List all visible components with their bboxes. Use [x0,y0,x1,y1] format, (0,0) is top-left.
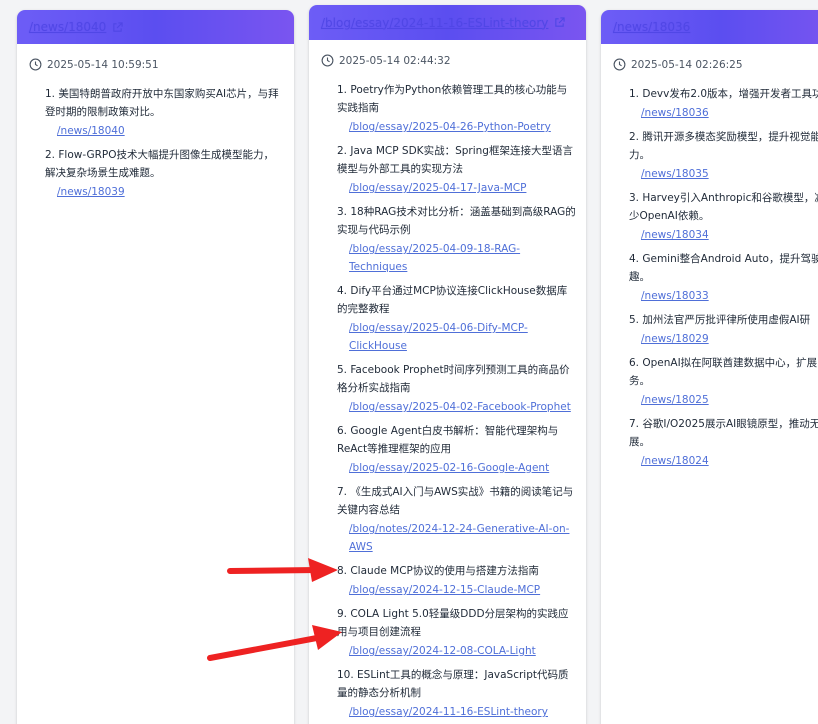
item-title: 5. 加州法官严厉批评律所使用虚假AI研 [629,314,811,326]
timestamp: 2025-05-14 02:26:25 [631,58,743,71]
list-item: 5. Facebook Prophet时间序列预测工具的商品价格分析实战指南 /… [337,361,576,416]
list-item: 2. 腾讯开源多模态奖励模型，提升视觉能力。 /news/18035 [629,128,818,183]
blog-card: /blog/essay/2024-11-16-ESLint-theory 202… [309,5,586,724]
item-link[interactable]: /blog/essay/2025-02-16-Google-Agent [337,459,576,477]
news-card-1: /news/18040 2025-05-14 10:59:51 1. 美国特朗普… [17,10,294,724]
item-list: 1. Poetry作为Python依赖管理工具的核心功能与实践指南 /blog/… [321,81,576,721]
item-link[interactable]: /blog/notes/2024-12-24-Generative-AI-on-… [337,520,576,556]
clock-icon [321,54,334,67]
item-title: 2. 腾讯开源多模态奖励模型，提升视觉能力。 [629,131,818,161]
item-title: 10. ESLint工具的概念与原理：JavaScript代码质量的静态分析机制 [337,669,569,699]
list-item: 2. Java MCP SDK实战：Spring框架连接大型语言模型与外部工具的… [337,142,576,197]
list-item: 4. Dify平台通过MCP协议连接ClickHouse数据库的完整教程 /bl… [337,282,576,355]
timestamp-row: 2025-05-14 10:59:51 [29,58,284,71]
list-item: 6. Google Agent白皮书解析：智能代理架构与ReAct等推理框架的应… [337,422,576,477]
card-header: /news/18036 [601,10,818,44]
list-item: 3. Harvey引入Anthropic和谷歌模型，减少OpenAI依赖。 /n… [629,189,818,244]
item-link[interactable]: /news/18024 [629,452,818,470]
item-link[interactable]: /news/18033 [629,287,818,305]
item-link[interactable]: /news/18034 [629,226,818,244]
item-link[interactable]: /blog/essay/2025-04-09-18-RAG-Techniques [337,240,576,276]
item-link[interactable]: /blog/essay/2024-11-16-ESLint-theory [337,703,576,721]
list-item: 1. Devv发布2.0版本，增强开发者工具功 /news/18036 [629,85,818,122]
item-title: 1. 美国特朗普政府开放中东国家购买AI芯片，与拜登时期的限制政策对比。 [45,88,279,118]
clock-icon [613,58,626,71]
item-title: 7. 《生成式AI入门与AWS实战》书籍的阅读笔记与关键内容总结 [337,486,574,516]
item-list: 1. 美国特朗普政府开放中东国家购买AI芯片，与拜登时期的限制政策对比。 /ne… [29,85,284,201]
timestamp-row: 2025-05-14 02:26:25 [613,58,818,71]
list-item: 10. ESLint工具的概念与原理：JavaScript代码质量的静态分析机制… [337,666,576,721]
card-header: /news/18040 [17,10,294,44]
timestamp: 2025-05-14 10:59:51 [47,58,159,71]
item-link[interactable]: /news/18036 [629,104,818,122]
item-title: 3. Harvey引入Anthropic和谷歌模型，减少OpenAI依赖。 [629,192,818,222]
list-item: 7. 谷歌I/O2025展示AI眼镜原型，推动无发展。 /news/18024 [629,415,818,470]
item-list: 1. Devv发布2.0版本，增强开发者工具功 /news/18036 2. 腾… [613,85,818,470]
item-title: 2. Java MCP SDK实战：Spring框架连接大型语言模型与外部工具的… [337,145,573,175]
list-item: 3. 18种RAG技术对比分析：涵盖基础到高级RAG的实现与代码示例 /blog… [337,203,576,276]
item-link[interactable]: /blog/essay/2025-04-06-Dify-MCP-ClickHou… [337,319,576,355]
item-link[interactable]: /blog/essay/2025-04-17-Java-MCP [337,179,576,197]
list-item: 7. 《生成式AI入门与AWS实战》书籍的阅读笔记与关键内容总结 /blog/n… [337,483,576,556]
list-item: 6. OpenAI拟在阿联酋建数据中心，扩展务。 /news/18025 [629,354,818,409]
clock-icon [29,58,42,71]
item-link[interactable]: /news/18039 [45,183,284,201]
item-title: 6. Google Agent白皮书解析：智能代理架构与ReAct等推理框架的应… [337,425,559,455]
list-item: 2. Flow-GRPO技术大幅提升图像生成模型能力，解决复杂场景生成难题。 /… [45,146,284,201]
external-link-icon[interactable] [554,17,566,28]
item-title: 2. Flow-GRPO技术大幅提升图像生成模型能力，解决复杂场景生成难题。 [45,149,275,179]
item-title: 4. Dify平台通过MCP协议连接ClickHouse数据库的完整教程 [337,285,568,315]
item-title: 1. Devv发布2.0版本，增强开发者工具功 [629,88,818,100]
external-link-icon[interactable] [112,21,123,33]
list-item: 4. Gemini整合Android Auto，提升驾驶趣。 /news/180… [629,250,818,305]
list-item: 8. Claude MCP协议的使用与搭建方法指南 /blog/essay/20… [337,562,576,599]
item-title: 4. Gemini整合Android Auto，提升驾驶趣。 [629,253,818,283]
item-link[interactable]: /news/18040 [45,122,284,140]
card-header-link[interactable]: /news/18036 [613,20,690,34]
item-link[interactable]: /news/18029 [629,330,818,348]
item-link[interactable]: /blog/essay/2024-12-15-Claude-MCP [337,581,576,599]
item-link[interactable]: /blog/essay/2025-04-02-Facebook-Prophet [337,398,576,416]
item-title: 8. Claude MCP协议的使用与搭建方法指南 [337,565,539,577]
list-item: 1. Poetry作为Python依赖管理工具的核心功能与实践指南 /blog/… [337,81,576,136]
timestamp: 2025-05-14 02:44:32 [339,54,451,67]
card-header-link[interactable]: /news/18040 [29,20,106,34]
item-link[interactable]: /blog/essay/2025-04-26-Python-Poetry [337,118,576,136]
item-title: 1. Poetry作为Python依赖管理工具的核心功能与实践指南 [337,84,568,114]
news-card-2: /news/18036 2025-05-14 02:26:25 1. Devv发… [601,10,818,724]
item-link[interactable]: /news/18035 [629,165,818,183]
list-item: 9. COLA Light 5.0轻量级DDD分层架构的实践应用与项目创建流程 … [337,605,576,660]
item-title: 5. Facebook Prophet时间序列预测工具的商品价格分析实战指南 [337,364,570,394]
item-link[interactable]: /blog/essay/2024-12-08-COLA-Light [337,642,576,660]
item-title: 9. COLA Light 5.0轻量级DDD分层架构的实践应用与项目创建流程 [337,608,569,638]
item-title: 7. 谷歌I/O2025展示AI眼镜原型，推动无发展。 [629,418,818,448]
card-header-link[interactable]: /blog/essay/2024-11-16-ESLint-theory [321,16,548,30]
item-title: 3. 18种RAG技术对比分析：涵盖基础到高级RAG的实现与代码示例 [337,206,576,236]
item-title: 6. OpenAI拟在阿联酋建数据中心，扩展务。 [629,357,818,387]
list-item: 1. 美国特朗普政府开放中东国家购买AI芯片，与拜登时期的限制政策对比。 /ne… [45,85,284,140]
list-item: 5. 加州法官严厉批评律所使用虚假AI研 /news/18029 [629,311,818,348]
item-link[interactable]: /news/18025 [629,391,818,409]
timestamp-row: 2025-05-14 02:44:32 [321,54,576,67]
card-header: /blog/essay/2024-11-16-ESLint-theory [309,5,586,40]
